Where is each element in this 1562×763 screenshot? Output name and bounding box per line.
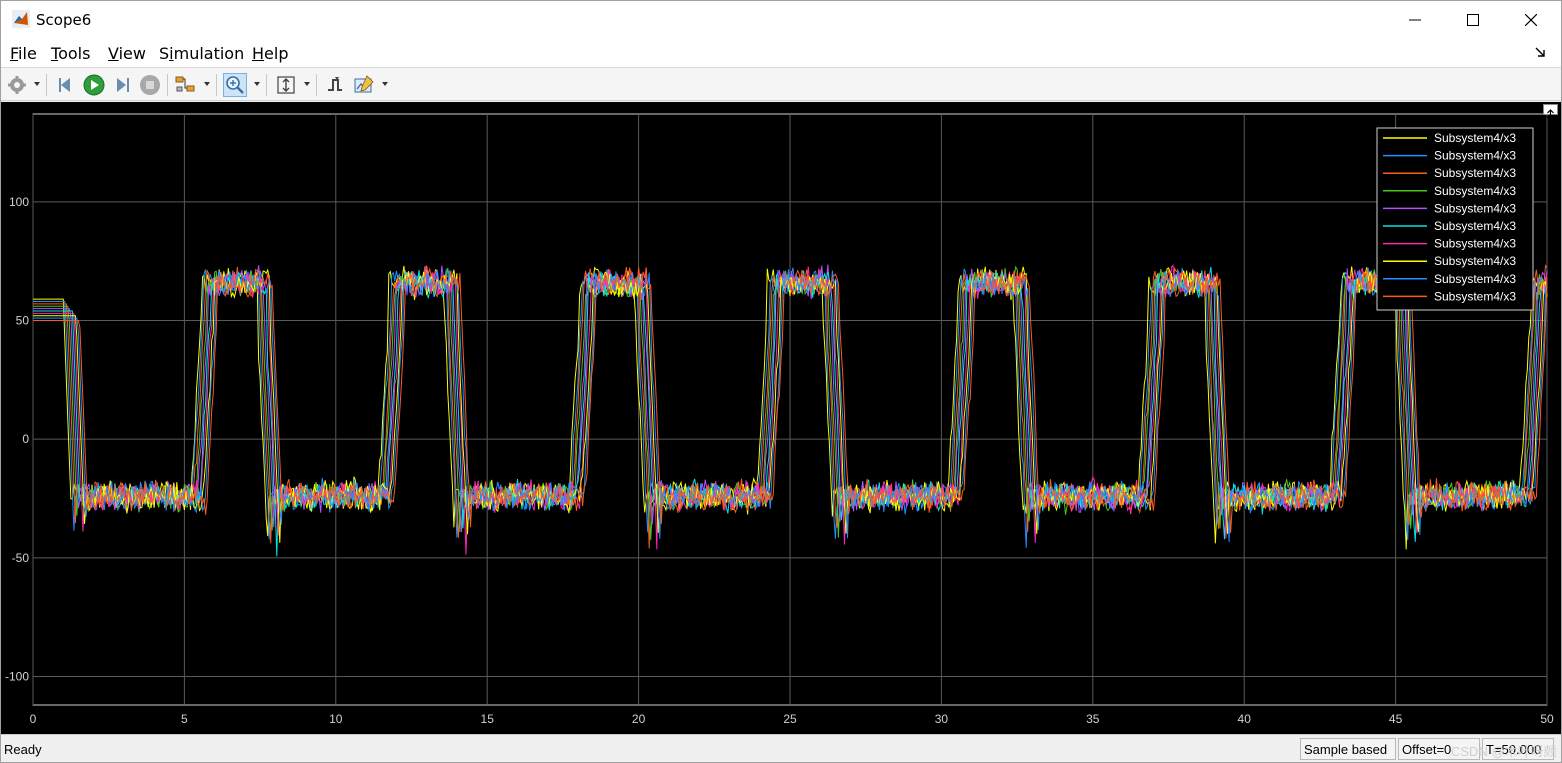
window-title: Scope6	[36, 11, 92, 29]
scope-display[interactable]: 0 5 10 15 20 25 30 35 40 45 50 -100 -50 0 50 100 Subsyst…	[1, 102, 1561, 734]
menu-help[interactable]: Help	[252, 44, 288, 63]
menu-file[interactable]: File	[10, 44, 37, 63]
x-tick-label: 35	[1086, 712, 1100, 726]
legend-label: Subsystem4/x3	[1434, 219, 1516, 233]
status-ready: Ready	[4, 742, 42, 757]
toolbar	[1, 67, 1561, 101]
fit-to-view-icon	[277, 76, 295, 94]
x-tick-label: 5	[181, 712, 188, 726]
configuration-button[interactable]	[5, 73, 29, 97]
dropdown-arrow-icon[interactable]	[253, 80, 261, 88]
zoom-button[interactable]	[223, 73, 247, 97]
x-tick-label: 15	[481, 712, 495, 726]
legend-label: Subsystem4/x3	[1434, 201, 1516, 215]
minimize-icon	[1409, 19, 1421, 21]
step-forward-icon	[117, 78, 129, 92]
legend-label: Subsystem4/x3	[1434, 237, 1516, 251]
run-button[interactable]	[82, 73, 106, 97]
run-icon	[83, 74, 105, 96]
legend-label: Subsystem4/x3	[1434, 272, 1516, 286]
menu-tools[interactable]: Tools	[51, 44, 90, 63]
measurements-button[interactable]	[352, 73, 376, 97]
step-back-icon	[59, 78, 70, 92]
x-tick-label: 10	[329, 712, 343, 726]
gear-icon	[8, 76, 26, 94]
x-tick-label: 0	[30, 712, 37, 726]
legend-label: Subsystem4/x3	[1434, 184, 1516, 198]
close-button[interactable]	[1502, 1, 1560, 39]
y-tick-label: 100	[9, 195, 29, 209]
dropdown-arrow-icon[interactable]	[33, 80, 41, 88]
menu-simulation[interactable]: Simulation	[159, 44, 244, 63]
y-tick-label: 0	[22, 432, 29, 446]
legend-label: Subsystem4/x3	[1434, 149, 1516, 163]
x-tick-label: 25	[783, 712, 797, 726]
status-sample-based: Sample based	[1300, 738, 1396, 760]
stop-icon	[140, 75, 160, 95]
legend-label: Subsystem4/x3	[1434, 131, 1516, 145]
x-tick-label: 20	[632, 712, 646, 726]
maximize-button[interactable]	[1444, 1, 1502, 39]
undock-icon	[1546, 109, 1555, 118]
dropdown-arrow-icon[interactable]	[303, 80, 311, 88]
y-tick-label: -100	[5, 670, 29, 684]
x-tick-label: 50	[1540, 712, 1554, 726]
step-forward-button[interactable]	[110, 73, 134, 97]
zoom-icon	[226, 76, 244, 94]
toolbar-separator	[316, 74, 317, 96]
toolbar-separator	[266, 74, 267, 96]
close-icon	[1525, 14, 1537, 26]
x-tick-label: 45	[1389, 712, 1403, 726]
triggers-button[interactable]	[323, 73, 347, 97]
highlight-model-button[interactable]	[174, 73, 198, 97]
y-tick-label: -50	[12, 551, 30, 565]
title-bar: Scope6	[1, 1, 1561, 39]
x-tick-label: 30	[935, 712, 949, 726]
trigger-icon	[328, 77, 342, 91]
watermark: CSDN @木叶呀颇	[1451, 744, 1557, 759]
status-bar: Ready Sample based Offset=0 T=50.000 CSD…	[1, 734, 1561, 762]
scale-axes-button[interactable]	[274, 73, 298, 97]
highlight-model-icon	[175, 76, 195, 92]
scope-plot[interactable]: 0 5 10 15 20 25 30 35 40 45 50 -100 -50 0 50 100 Subsyst…	[1, 102, 1561, 734]
x-tick-label: 40	[1238, 712, 1252, 726]
step-back-button[interactable]	[54, 73, 78, 97]
maximize-icon	[1467, 14, 1479, 26]
toolbar-separator	[167, 74, 168, 96]
legend-label: Subsystem4/x3	[1434, 289, 1516, 303]
menu-view[interactable]: View	[108, 44, 146, 63]
collapse-menu-icon[interactable]	[1533, 45, 1547, 59]
stop-button[interactable]	[138, 73, 162, 97]
legend-label: Subsystem4/x3	[1434, 166, 1516, 180]
matlab-app-icon	[12, 10, 30, 28]
undock-button[interactable]	[1543, 104, 1558, 118]
toolbar-separator	[46, 74, 47, 96]
toolbar-separator	[216, 74, 217, 96]
y-tick-label: 50	[16, 313, 30, 327]
measurements-icon	[354, 75, 374, 93]
minimize-button[interactable]	[1386, 1, 1444, 39]
menu-bar: File Tools View Simulation Help	[1, 39, 1561, 67]
legend-label: Subsystem4/x3	[1434, 254, 1516, 268]
dropdown-arrow-icon[interactable]	[203, 80, 211, 88]
dropdown-arrow-icon[interactable]	[381, 80, 389, 88]
scope-window: Scope6 File Tools View Simulation Help 0…	[0, 0, 1562, 763]
